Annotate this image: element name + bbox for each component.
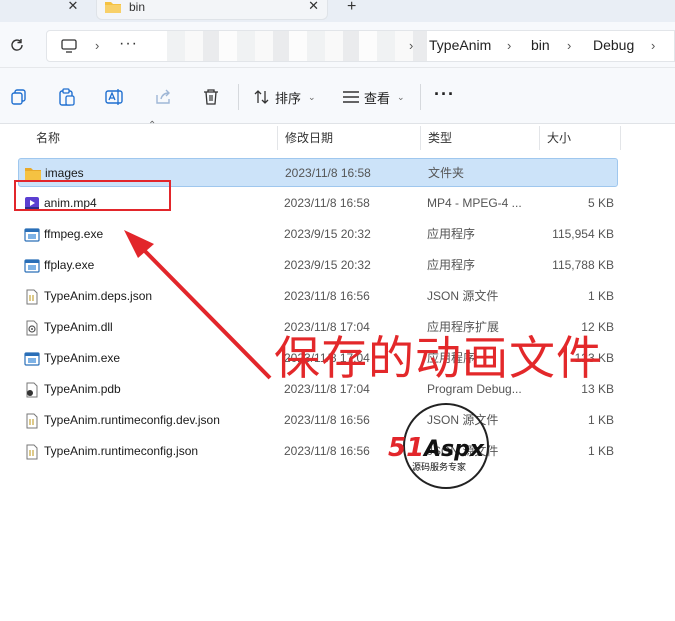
tab-strip: ✕ bin ✕ +: [0, 0, 675, 22]
file-row-ffmpeg[interactable]: ffmpeg.exe 2023/9/15 20:32 应用程序 115,954 …: [18, 220, 618, 249]
column-header-date[interactable]: 修改日期: [277, 124, 419, 152]
more-options-icon[interactable]: ···: [434, 84, 455, 105]
breadcrumb-typeanim[interactable]: TypeAnim: [429, 37, 491, 53]
file-type: 文件夹: [428, 166, 465, 180]
folder-icon: [105, 2, 121, 13]
exe-icon: [24, 352, 40, 366]
file-date: 2023/9/15 20:32: [284, 258, 371, 272]
close-icon[interactable]: ✕: [64, 0, 82, 14]
file-date: 2023/9/15 20:32: [284, 227, 371, 241]
more-crumbs-icon[interactable]: ···: [119, 35, 138, 53]
column-header-size[interactable]: 大小: [539, 124, 619, 152]
highlight-box: [14, 180, 171, 211]
dll-icon: [26, 320, 38, 336]
file-name: TypeAnim.pdb: [44, 382, 121, 396]
svg-text:Aspx: Aspx: [422, 437, 485, 462]
file-row-runtimeconfig[interactable]: TypeAnim.runtimeconfig.json 2023/11/8 16…: [18, 437, 618, 466]
file-date: 2023/11/8 16:58: [284, 196, 370, 210]
sort-label: 排序: [275, 90, 302, 106]
toolbar-divider: [238, 84, 239, 110]
address-bar[interactable]: › ··· › TypeAnim › bin › Debug ›: [46, 30, 675, 62]
view-button[interactable]: 查看 ⌄: [342, 86, 405, 108]
json-icon: [26, 413, 38, 429]
exe-icon: [24, 228, 40, 242]
watermark: 51 Aspx 源码服务专家: [380, 400, 520, 500]
file-date: 2023/11/8 16:56: [284, 413, 370, 427]
annotation-label: 保存的动画文件: [274, 331, 603, 385]
tab-close-icon[interactable]: ✕: [308, 0, 319, 12]
command-bar: 排序 ⌄ 查看 ⌄ ···: [0, 68, 675, 124]
file-name: ffmpeg.exe: [44, 227, 104, 241]
file-date: 2023/11/8 16:58: [285, 166, 371, 180]
blurred-path: [167, 31, 427, 61]
file-name: ffplay.exe: [44, 258, 95, 272]
svg-text:源码服务专家: 源码服务专家: [412, 461, 466, 473]
toolbar-divider: [420, 84, 421, 110]
file-type: JSON 源文件: [427, 289, 499, 303]
chevron-down-icon: ⌄: [308, 91, 316, 102]
chevron-right-icon[interactable]: ›: [651, 38, 655, 53]
file-row-runtimeconfig-dev[interactable]: TypeAnim.runtimeconfig.dev.json 2023/11/…: [18, 406, 618, 435]
copy-icon[interactable]: [10, 88, 28, 106]
pdb-icon: [26, 382, 38, 398]
chevron-right-icon[interactable]: ›: [95, 38, 99, 53]
file-size: 115,954 KB: [552, 227, 614, 241]
file-type: MP4 - MPEG-4 ...: [427, 196, 522, 210]
delete-icon[interactable]: [202, 88, 220, 106]
rename-icon[interactable]: [105, 88, 123, 106]
file-name: TypeAnim.runtimeconfig.dev.json: [44, 413, 220, 427]
computer-icon: [61, 39, 77, 53]
file-size: 115,788 KB: [552, 258, 614, 272]
exe-icon: [24, 259, 40, 273]
watermark-logo-icon: 51 Aspx 源码服务专家: [388, 403, 489, 489]
tab-title: bin: [129, 0, 146, 14]
sort-button[interactable]: 排序 ⌄: [253, 86, 316, 108]
column-header-name[interactable]: 名称: [28, 124, 276, 152]
view-icon: [343, 91, 359, 103]
breadcrumb-debug[interactable]: Debug: [593, 37, 634, 53]
new-tab-icon[interactable]: +: [347, 0, 356, 15]
file-row-ffplay[interactable]: ffplay.exe 2023/9/15 20:32 应用程序 115,788 …: [18, 251, 618, 280]
file-size: 1 KB: [587, 444, 614, 458]
column-divider[interactable]: [620, 126, 621, 150]
file-row-deps-json[interactable]: TypeAnim.deps.json 2023/11/8 16:56 JSON …: [18, 282, 618, 311]
refresh-icon[interactable]: [8, 36, 26, 54]
column-headers: ⌃ 名称 修改日期 类型 大小: [0, 120, 675, 152]
file-type: 应用程序: [427, 227, 476, 241]
paste-icon[interactable]: [58, 88, 76, 106]
file-date: 2023/11/8 16:56: [284, 289, 370, 303]
sort-icon: [254, 90, 269, 104]
chevron-right-icon[interactable]: ›: [507, 38, 511, 53]
json-icon: [26, 289, 38, 305]
file-name: TypeAnim.deps.json: [44, 289, 153, 303]
file-size: 1 KB: [587, 413, 614, 427]
share-icon[interactable]: [154, 88, 172, 106]
column-header-type[interactable]: 类型: [420, 124, 538, 152]
svg-text:51: 51: [388, 433, 424, 463]
file-size: 5 KB: [587, 196, 614, 210]
chevron-right-icon[interactable]: ›: [409, 38, 413, 53]
address-row: › ··· › TypeAnim › bin › Debug ›: [0, 22, 675, 68]
file-name: TypeAnim.dll: [44, 320, 113, 334]
file-date: 2023/11/8 16:56: [284, 444, 370, 458]
tab-bin[interactable]: bin ✕: [96, 0, 328, 20]
file-name: TypeAnim.runtimeconfig.json: [44, 444, 199, 458]
file-size: 1 KB: [587, 289, 614, 303]
file-type: 应用程序: [427, 258, 476, 272]
file-name: TypeAnim.exe: [44, 351, 121, 365]
chevron-down-icon: ⌄: [397, 91, 405, 102]
chevron-right-icon[interactable]: ›: [567, 38, 571, 53]
breadcrumb-bin[interactable]: bin: [531, 37, 550, 53]
json-icon: [26, 444, 38, 460]
view-label: 查看: [364, 90, 391, 106]
